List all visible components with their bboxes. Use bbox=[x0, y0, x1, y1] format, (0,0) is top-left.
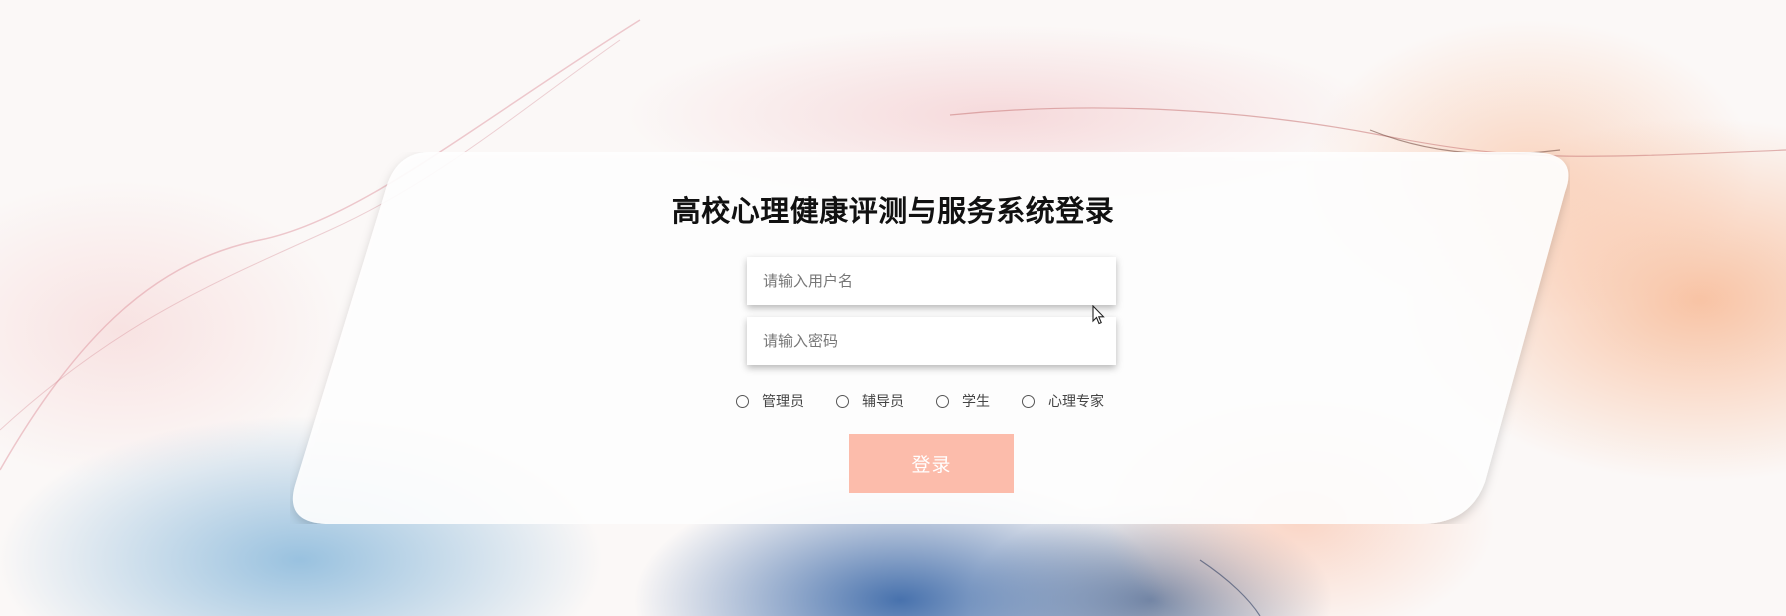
radio-unchecked-icon[interactable] bbox=[736, 394, 749, 408]
radio-unchecked-icon[interactable] bbox=[936, 394, 949, 408]
role-option-student[interactable]: 学生 bbox=[936, 391, 990, 411]
role-label-counselor: 辅导员 bbox=[862, 394, 904, 410]
login-button[interactable]: 登录 bbox=[849, 434, 1014, 493]
role-option-counselor[interactable]: 辅导员 bbox=[836, 391, 904, 411]
radio-unchecked-icon[interactable] bbox=[836, 394, 849, 408]
page-title: 高校心理健康评测与服务系统登录 bbox=[671, 194, 1115, 228]
role-label-admin: 管理员 bbox=[762, 394, 804, 410]
password-input[interactable] bbox=[747, 317, 1116, 365]
username-input[interactable] bbox=[747, 257, 1116, 305]
role-label-expert: 心理专家 bbox=[1048, 394, 1104, 410]
mouse-cursor-icon bbox=[1092, 304, 1106, 329]
role-label-student: 学生 bbox=[962, 394, 990, 410]
radio-unchecked-icon[interactable] bbox=[1022, 394, 1035, 408]
role-option-expert[interactable]: 心理专家 bbox=[1022, 391, 1104, 411]
role-option-admin[interactable]: 管理员 bbox=[736, 391, 804, 411]
role-radio-group: 管理员 辅导员 学生 心理专家 bbox=[736, 391, 1104, 411]
